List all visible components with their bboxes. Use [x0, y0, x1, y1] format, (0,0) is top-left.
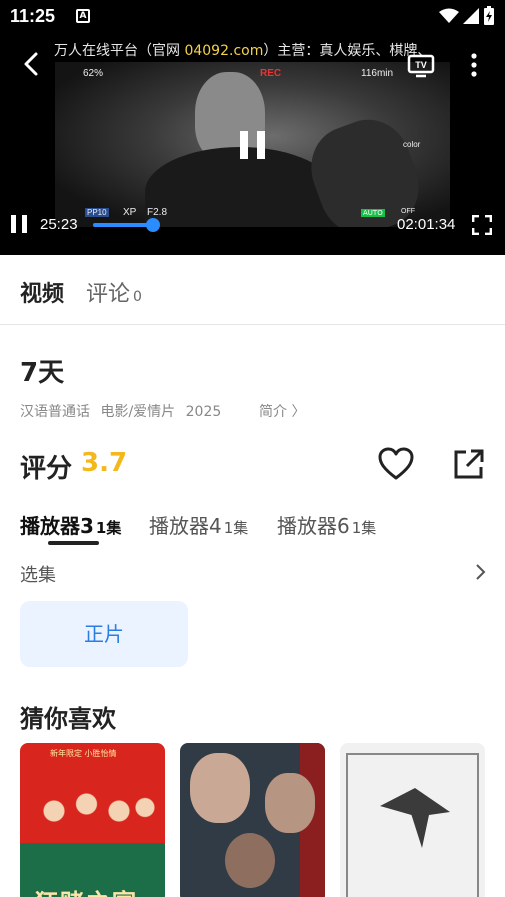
progress-bar[interactable] — [93, 223, 153, 227]
pause-icon — [11, 215, 16, 233]
back-arrow-icon — [24, 52, 38, 76]
poster-face-art — [225, 833, 275, 888]
back-button[interactable] — [18, 50, 46, 78]
player-source-label: 播放器6 — [277, 514, 350, 538]
hud-battery: 62% — [83, 68, 104, 79]
episodes-label: 选集 — [20, 565, 56, 586]
recommend-poster[interactable]: 新年限定 小胜怡情 狂赌之宴 — [20, 743, 165, 897]
tv-cast-icon: TV — [407, 54, 435, 78]
share-button[interactable] — [453, 448, 485, 480]
tab-comment[interactable]: 评论 0 — [86, 276, 142, 308]
video-player[interactable]: 11:25 A 62% REC 116min color PP10 XP F2.… — [0, 0, 505, 255]
intro-link[interactable]: 简介 〉 — [259, 401, 305, 421]
tv-cast-button[interactable]: TV — [407, 52, 435, 80]
player-source-tabs: 播放器3 1集 播放器4 1集 播放器6 1集 — [0, 505, 505, 545]
poster-face-art — [265, 773, 315, 833]
player-source-count: 1集 — [351, 519, 377, 537]
tab-video[interactable]: 视频 — [20, 276, 64, 308]
episode-chip[interactable]: 正片 — [20, 601, 188, 667]
fullscreen-button[interactable] — [471, 214, 493, 236]
movie-meta: 汉语普通话 电影/爱情片 2025 — [20, 401, 227, 421]
battery-charging-icon — [484, 6, 494, 25]
poster-title-art: 狂赌之宴 — [34, 883, 138, 897]
player-source-tab[interactable]: 播放器6 1集 — [277, 510, 376, 539]
player-source-count: 1集 — [95, 519, 122, 537]
center-pause-button[interactable] — [240, 131, 266, 159]
pause-icon — [240, 131, 248, 159]
comment-count: 0 — [133, 289, 142, 305]
movie-genre: 电影/爱情片 — [100, 404, 176, 420]
play-pause-button[interactable] — [11, 215, 29, 235]
hud-rec: REC — [260, 68, 282, 79]
movie-title: 7天 — [20, 358, 65, 388]
content-tabs: 视频 评论 0 — [0, 255, 505, 325]
movie-language: 汉语普通话 — [20, 404, 90, 420]
recommend-poster[interactable] — [180, 743, 325, 897]
recommend-poster[interactable] — [340, 743, 485, 897]
wifi-icon — [439, 8, 459, 23]
score-label: 评分 — [20, 454, 73, 484]
player-controls: 25:23 02:01:34 — [0, 210, 505, 240]
poster-tagline: 新年限定 小胜怡情 — [50, 749, 117, 758]
video-watermark: 万人在线平台（官网 04092.com）主营：真人娱乐、棋牌、 — [54, 40, 431, 60]
total-time: 02:01:34 — [397, 216, 456, 233]
poster-face-art — [190, 753, 250, 823]
watermark-site: 04092.com — [184, 43, 264, 59]
poster-frame-art — [346, 753, 479, 897]
player-source-tab[interactable]: 播放器4 1集 — [149, 510, 248, 539]
heart-icon — [378, 447, 414, 480]
score-value: 3.7 — [81, 448, 128, 478]
signal-icon — [463, 8, 479, 24]
status-icons — [439, 6, 495, 26]
progress-thumb[interactable] — [146, 218, 160, 232]
share-icon — [454, 449, 484, 479]
episodes-more-button[interactable] — [472, 562, 488, 582]
recommend-title: 猜你喜欢 — [20, 705, 116, 733]
fullscreen-icon — [471, 214, 493, 236]
player-source-label: 播放器3 — [20, 514, 94, 538]
svg-text:TV: TV — [415, 60, 427, 70]
tab-comment-label: 评论 — [86, 282, 131, 307]
more-vertical-icon — [471, 53, 477, 77]
hud-remaining: 116min — [361, 68, 394, 79]
current-time: 25:23 — [40, 216, 78, 233]
movie-year: 2025 — [185, 404, 222, 420]
status-bar: 11:25 A — [0, 0, 505, 34]
player-source-tab[interactable]: 播放器3 1集 — [20, 510, 121, 539]
favorite-button[interactable] — [378, 447, 414, 481]
hud-color: color — [403, 140, 421, 149]
player-source-count: 1集 — [223, 519, 249, 537]
player-source-label: 播放器4 — [149, 514, 222, 538]
notification-icon: A — [76, 9, 90, 23]
more-options-button[interactable] — [462, 52, 486, 80]
active-tab-indicator — [48, 541, 99, 545]
status-time: 11:25 — [10, 6, 56, 26]
chevron-right-icon — [476, 564, 486, 580]
watermark-prefix: 万人在线平台（官网 — [54, 43, 185, 59]
